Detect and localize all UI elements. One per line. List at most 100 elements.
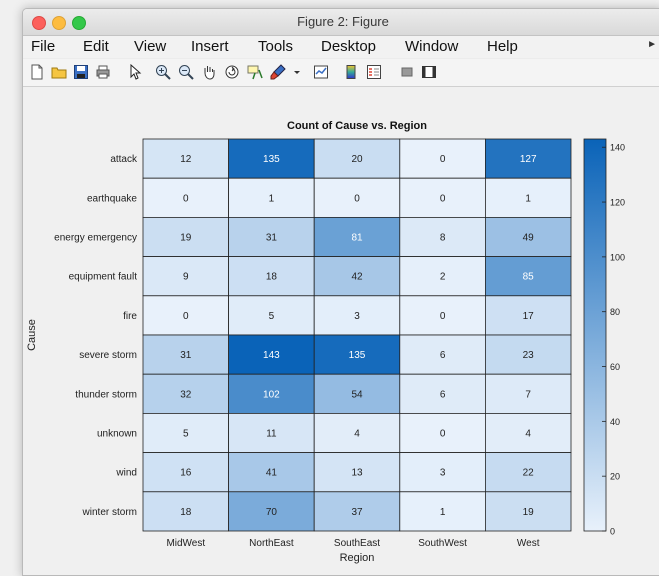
cell-value-label: 20 [351,154,363,165]
colorbar-tick-label: 140 [610,143,625,153]
menu-overflow-icon[interactable]: ► [647,39,657,50]
cell-value-label: 3 [354,311,360,322]
cell-value-label: 18 [180,507,192,518]
cell-value-label: 135 [263,154,280,165]
rotate-3d-icon[interactable] [224,64,240,80]
cell-value-label: 3 [440,468,446,479]
menu-edit[interactable]: Edit [83,38,109,55]
cell-value-label: 135 [349,350,366,361]
window-title: Figure 2: Figure [297,14,389,29]
menu-window[interactable]: Window [405,38,458,55]
colorbar-tick-label: 80 [610,307,620,317]
cell-value-label: 5 [269,311,275,322]
open-file-icon[interactable] [51,64,67,80]
y-tick-label: winter storm [82,507,137,518]
cell-value-label: 0 [440,429,446,440]
cell-value-label: 1 [525,193,531,204]
figure-window: Figure 2: Figure File Edit View Insert T… [22,8,659,576]
x-tick-label: SouthWest [418,538,467,549]
cell-value-label: 41 [266,468,278,479]
cell-value-label: 12 [180,154,192,165]
link-plot-icon[interactable] [313,64,329,80]
zoom-out-icon[interactable] [178,64,194,80]
cell-value-label: 2 [440,272,446,283]
y-tick-label: equipment fault [69,272,138,283]
y-tick-label: energy emergency [54,233,137,244]
colorbar-icon[interactable] [343,64,359,80]
brush-dropdown-icon[interactable] [289,64,305,80]
cell-value-label: 54 [351,389,363,400]
menu-help[interactable]: Help [487,38,518,55]
cell-value-label: 19 [523,507,535,518]
show-plot-tools-icon[interactable] [421,64,437,80]
cell-value-label: 18 [266,272,278,283]
cell-value-label: 143 [263,350,280,361]
figure-canvas[interactable]: Count of Cause vs. Region 12 135 20 0 127 0 1 0 0… [23,87,659,575]
toolbar [23,59,659,87]
save-icon[interactable] [73,64,89,80]
x-tick-label: MidWest [166,538,205,549]
colorbar-tick-label: 100 [610,252,625,262]
cell-value-label: 85 [523,272,535,283]
legend-icon[interactable] [366,64,382,80]
cell-value-label: 4 [525,429,531,440]
cell-value-label: 31 [266,233,278,244]
cell-value-label: 17 [523,311,535,322]
cell-value-label: 9 [183,272,189,283]
cell-value-label: 8 [440,233,446,244]
y-tick-label: fire [123,311,137,322]
menu-desktop[interactable]: Desktop [321,38,376,55]
colorbar-tick-label: 120 [610,198,625,208]
x-tick-label: SouthEast [334,538,380,549]
brush-icon[interactable] [270,64,286,80]
colorbar-tick-label: 40 [610,417,620,427]
chart-title: Count of Cause vs. Region [287,120,427,132]
y-tick-label: unknown [97,429,137,440]
y-tick-label: severe storm [79,350,137,361]
cell-value-label: 4 [354,429,360,440]
x-tick-label: West [517,538,540,549]
y-axis-label: Cause [26,319,38,351]
cell-value-label: 37 [351,507,363,518]
cell-value-label: 13 [351,468,363,479]
cell-value-label: 32 [180,389,192,400]
y-tick-label: earthquake [87,193,137,204]
cell-value-label: 31 [180,350,192,361]
cell-value-label: 19 [180,233,192,244]
new-figure-icon[interactable] [29,64,45,80]
cell-value-label: 0 [440,193,446,204]
print-icon[interactable] [95,64,111,80]
cell-value-label: 23 [523,350,535,361]
cell-value-label: 11 [266,429,277,440]
cell-value-label: 6 [440,350,446,361]
cell-value-label: 7 [525,389,531,400]
hide-plot-tools-icon[interactable] [399,64,415,80]
cell-value-label: 0 [440,154,446,165]
x-tick-label: NorthEast [249,538,294,549]
cell-value-label: 49 [523,233,535,244]
menu-view[interactable]: View [134,38,166,55]
zoom-in-icon[interactable] [155,64,171,80]
title-bar[interactable]: Figure 2: Figure [23,9,659,36]
cell-value-label: 1 [269,193,275,204]
cell-value-label: 0 [183,193,189,204]
menu-file[interactable]: File [31,38,55,55]
cell-value-label: 1 [440,507,446,518]
colorbar [583,138,607,532]
cell-value-label: 0 [183,311,189,322]
cell-value-label: 6 [440,389,446,400]
colorbar-tick-label: 0 [610,527,615,537]
data-cursor-icon[interactable] [247,64,263,80]
cell-value-label: 0 [440,311,446,322]
cell-value-label: 0 [354,193,360,204]
pan-hand-icon[interactable] [201,64,217,80]
colorbar-tick-label: 60 [610,362,620,372]
cell-value-label: 70 [266,507,278,518]
cell-value-label: 127 [520,154,537,165]
y-tick-label: wind [115,468,137,479]
heatmap-chart: Count of Cause vs. Region12 135 20 0 1270 1 0 0… [26,120,625,564]
menu-insert[interactable]: Insert [191,38,229,55]
pointer-icon[interactable] [127,64,143,80]
menu-tools[interactable]: Tools [258,38,293,55]
cell-value-label: 102 [263,389,280,400]
